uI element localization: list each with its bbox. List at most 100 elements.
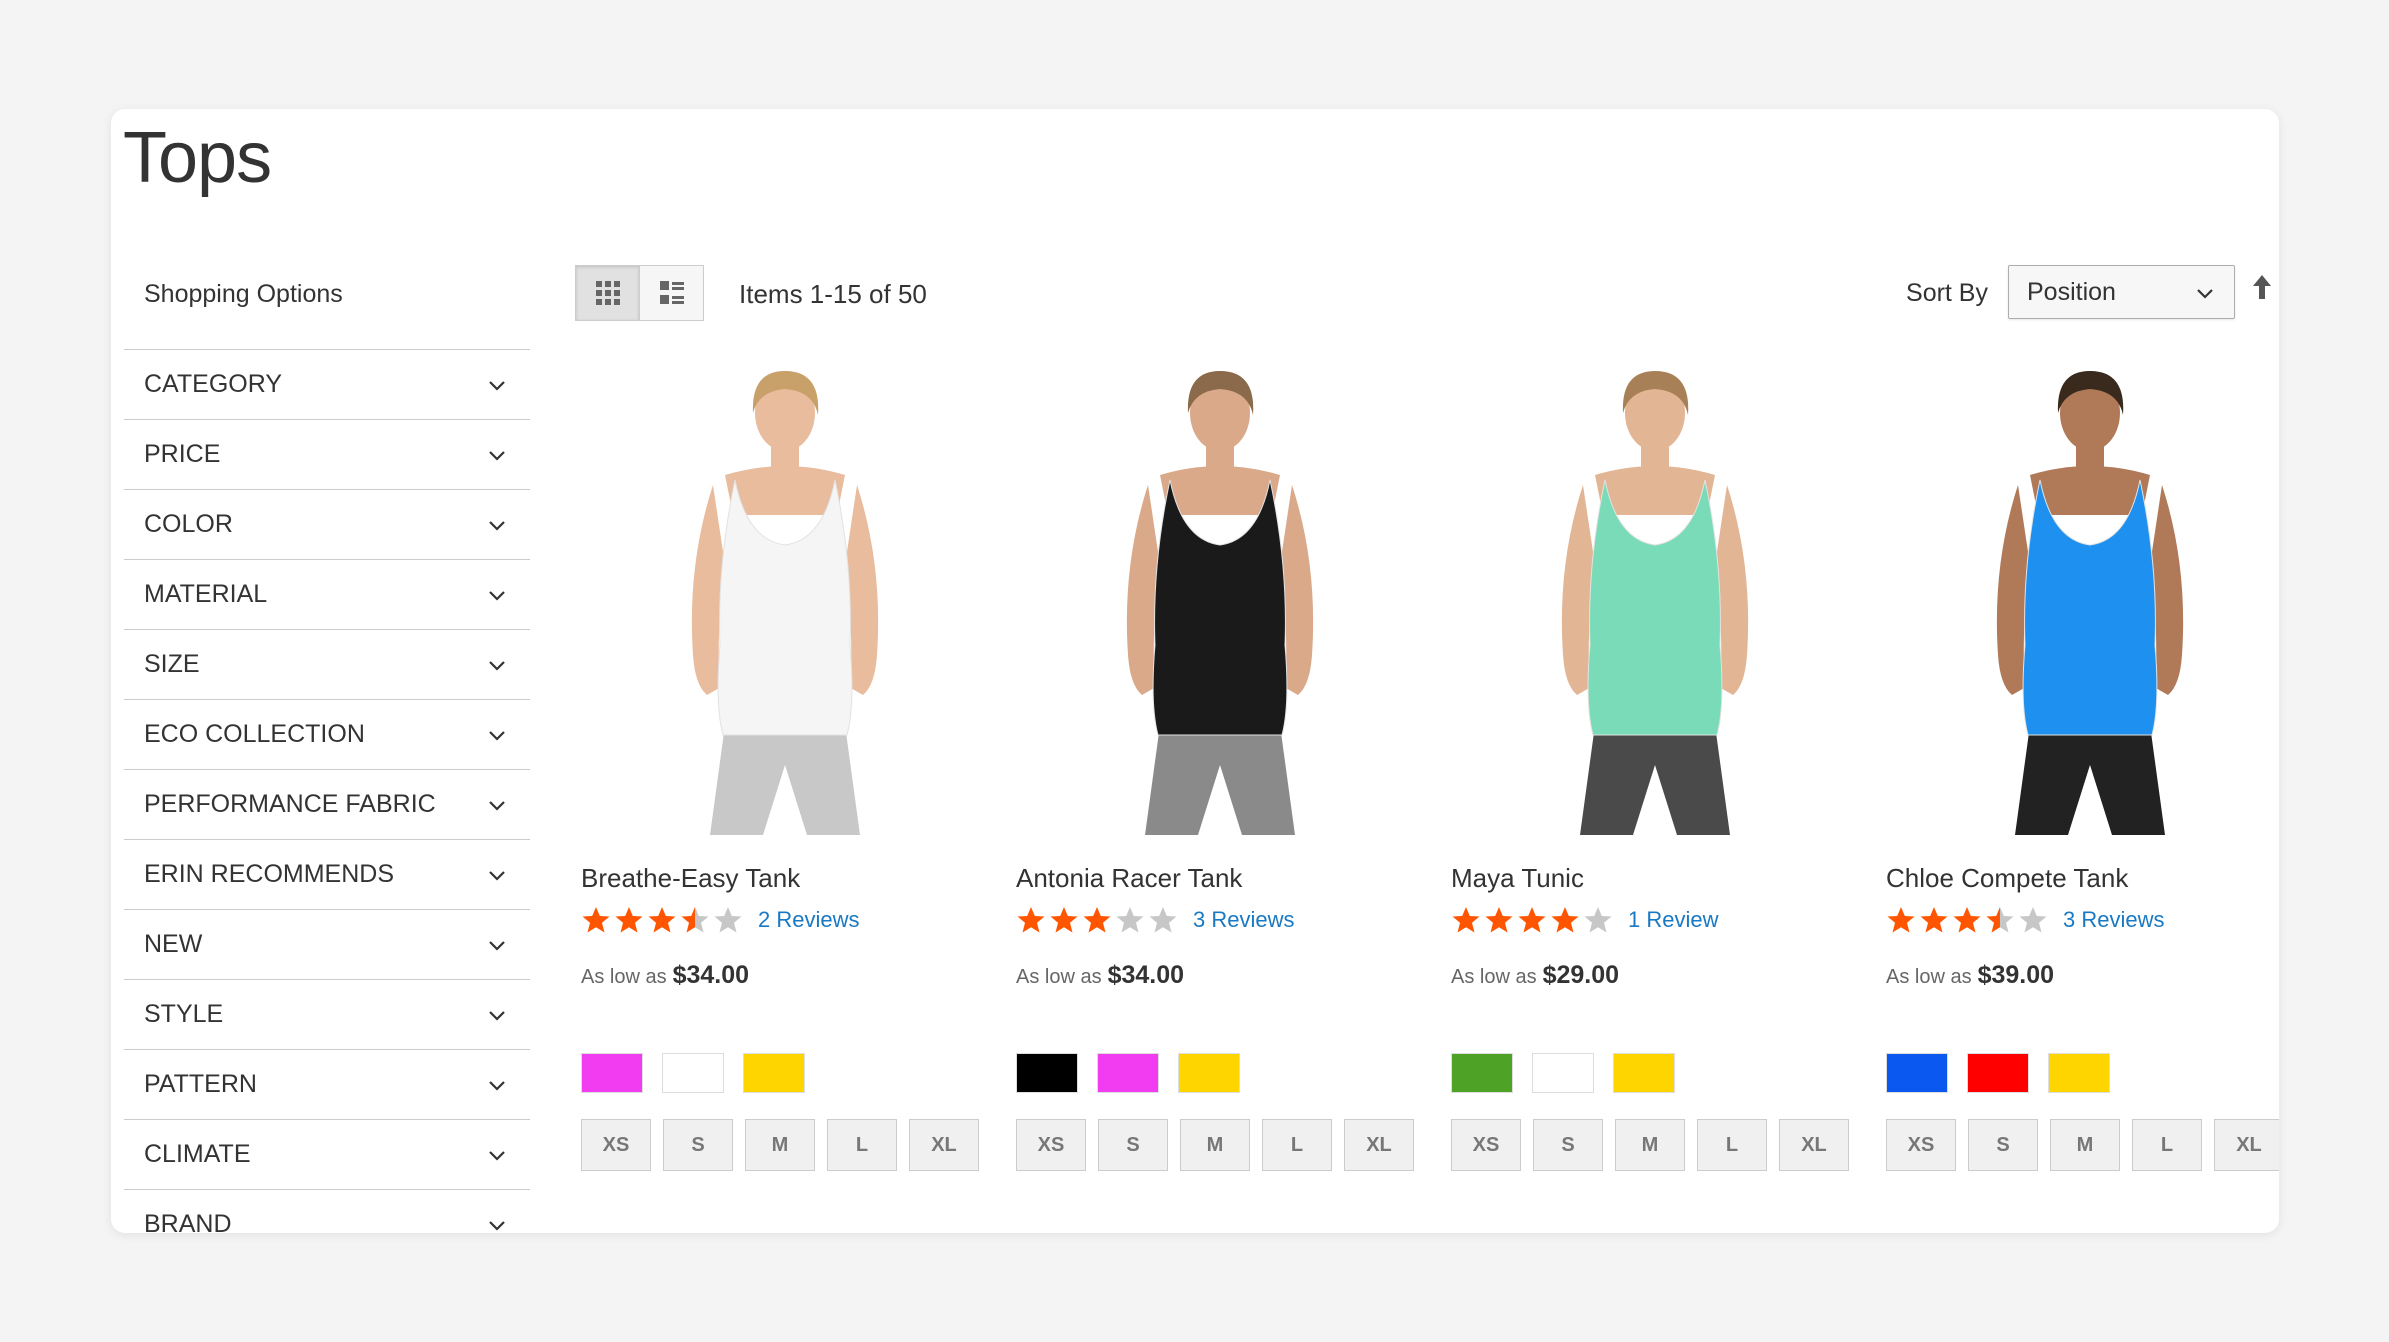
size-option[interactable]: XL: [1779, 1119, 1849, 1171]
price-box: As low as $39.00: [1886, 961, 2054, 990]
color-swatch[interactable]: [1178, 1053, 1240, 1093]
size-option[interactable]: M: [1180, 1119, 1250, 1171]
color-swatch[interactable]: [1532, 1053, 1594, 1093]
chevron-down-icon: [489, 941, 505, 951]
star-icon: [1485, 907, 1513, 933]
filter-climate[interactable]: CLIMATE: [124, 1120, 530, 1190]
star-icon: [648, 907, 676, 933]
grid-view-button[interactable]: [575, 265, 640, 321]
sort-direction-arrow-icon[interactable]: [2251, 273, 2273, 301]
reviews-link[interactable]: 2 Reviews: [758, 907, 859, 933]
filter-performance-fabric[interactable]: PERFORMANCE FABRIC: [124, 770, 530, 840]
star-icon: [1920, 907, 1948, 933]
filter-color[interactable]: COLOR: [124, 490, 530, 560]
color-swatch[interactable]: [1886, 1053, 1948, 1093]
product-name-link[interactable]: Maya Tunic: [1451, 863, 1584, 894]
size-option[interactable]: L: [2132, 1119, 2202, 1171]
star-icon: [1887, 907, 1915, 933]
chevron-down-icon: [489, 521, 505, 531]
size-option[interactable]: S: [1098, 1119, 1168, 1171]
size-option[interactable]: M: [745, 1119, 815, 1171]
chevron-down-icon: [489, 1011, 505, 1021]
star-icon: [681, 907, 709, 933]
filter-label: ECO COLLECTION: [144, 720, 365, 748]
size-options: XS S M L XL: [1016, 1119, 1436, 1181]
product-image[interactable]: [1445, 365, 1865, 835]
size-option[interactable]: S: [1968, 1119, 2038, 1171]
chevron-down-icon: [489, 381, 505, 391]
size-options: XS S M L XL: [581, 1119, 1001, 1181]
star-icon: [714, 907, 742, 933]
filter-label: STYLE: [144, 1000, 224, 1028]
size-options: XS S M L XL: [1886, 1119, 2279, 1181]
rating-stars: [1016, 905, 1181, 935]
product-rating: 1 Review: [1451, 905, 1718, 935]
color-swatch[interactable]: [1097, 1053, 1159, 1093]
chevron-down-icon: [489, 1221, 505, 1231]
filter-pattern[interactable]: PATTERN: [124, 1050, 530, 1120]
size-option[interactable]: S: [1533, 1119, 1603, 1171]
chevron-down-icon: [489, 1081, 505, 1091]
product-name-link[interactable]: Antonia Racer Tank: [1016, 863, 1242, 894]
filter-category[interactable]: CATEGORY: [124, 350, 530, 420]
filter-price[interactable]: PRICE: [124, 420, 530, 490]
size-option[interactable]: M: [2050, 1119, 2120, 1171]
product-image[interactable]: [575, 365, 995, 835]
reviews-link[interactable]: 3 Reviews: [2063, 907, 2164, 933]
size-option[interactable]: L: [827, 1119, 897, 1171]
color-swatch[interactable]: [743, 1053, 805, 1093]
filter-label: PERFORMANCE FABRIC: [144, 790, 436, 818]
size-option[interactable]: XL: [909, 1119, 979, 1171]
size-option[interactable]: S: [663, 1119, 733, 1171]
star-icon: [1452, 907, 1480, 933]
color-swatch[interactable]: [1613, 1053, 1675, 1093]
color-swatch[interactable]: [2048, 1053, 2110, 1093]
size-option[interactable]: XL: [1344, 1119, 1414, 1171]
size-option[interactable]: XS: [1886, 1119, 1956, 1171]
color-swatch[interactable]: [1016, 1053, 1078, 1093]
products-toolbar: Items 1-15 of 50 Sort By Position: [575, 265, 2279, 323]
filter-label: NEW: [144, 930, 203, 958]
chevron-down-icon: [489, 591, 505, 601]
items-count: Items 1-15 of 50: [739, 279, 927, 309]
star-icon: [1986, 907, 2014, 933]
reviews-link[interactable]: 3 Reviews: [1193, 907, 1294, 933]
size-option[interactable]: XS: [1016, 1119, 1086, 1171]
size-option[interactable]: L: [1262, 1119, 1332, 1171]
filter-style[interactable]: STYLE: [124, 980, 530, 1050]
price-value: $34.00: [672, 961, 750, 989]
filter-label: PATTERN: [144, 1070, 257, 1098]
product-rating: 3 Reviews: [1886, 905, 2164, 935]
size-option[interactable]: XS: [1451, 1119, 1521, 1171]
color-swatch[interactable]: [662, 1053, 724, 1093]
size-option[interactable]: XL: [2214, 1119, 2279, 1171]
size-option[interactable]: XS: [581, 1119, 651, 1171]
sort-by-select[interactable]: Position: [2008, 265, 2235, 319]
color-swatch[interactable]: [1451, 1053, 1513, 1093]
price-prefix: As low as: [1886, 966, 1972, 988]
filter-new[interactable]: NEW: [124, 910, 530, 980]
product-image[interactable]: [1010, 365, 1430, 835]
list-view-button[interactable]: [639, 265, 704, 321]
reviews-link[interactable]: 1 Review: [1628, 907, 1718, 933]
filter-eco-collection[interactable]: ECO COLLECTION: [124, 700, 530, 770]
product-name-link[interactable]: Breathe-Easy Tank: [581, 863, 800, 894]
color-swatch[interactable]: [581, 1053, 643, 1093]
price-box: As low as $34.00: [1016, 961, 1184, 990]
size-option[interactable]: M: [1615, 1119, 1685, 1171]
filter-material[interactable]: MATERIAL: [124, 560, 530, 630]
filter-label: CLIMATE: [144, 1140, 251, 1168]
color-swatch[interactable]: [1967, 1053, 2029, 1093]
filter-erin-recommends[interactable]: ERIN RECOMMENDS: [124, 840, 530, 910]
star-icon: [1116, 907, 1144, 933]
product-name-link[interactable]: Chloe Compete Tank: [1886, 863, 2128, 894]
size-option[interactable]: L: [1697, 1119, 1767, 1171]
filter-size[interactable]: SIZE: [124, 630, 530, 700]
filter-label: PRICE: [144, 440, 221, 468]
filter-brand[interactable]: BRAND: [124, 1190, 530, 1233]
chevron-down-icon: [489, 871, 505, 881]
product-image[interactable]: [1880, 365, 2279, 835]
chevron-down-icon: [489, 731, 505, 741]
star-icon: [1050, 907, 1078, 933]
price-prefix: As low as: [1016, 966, 1102, 988]
